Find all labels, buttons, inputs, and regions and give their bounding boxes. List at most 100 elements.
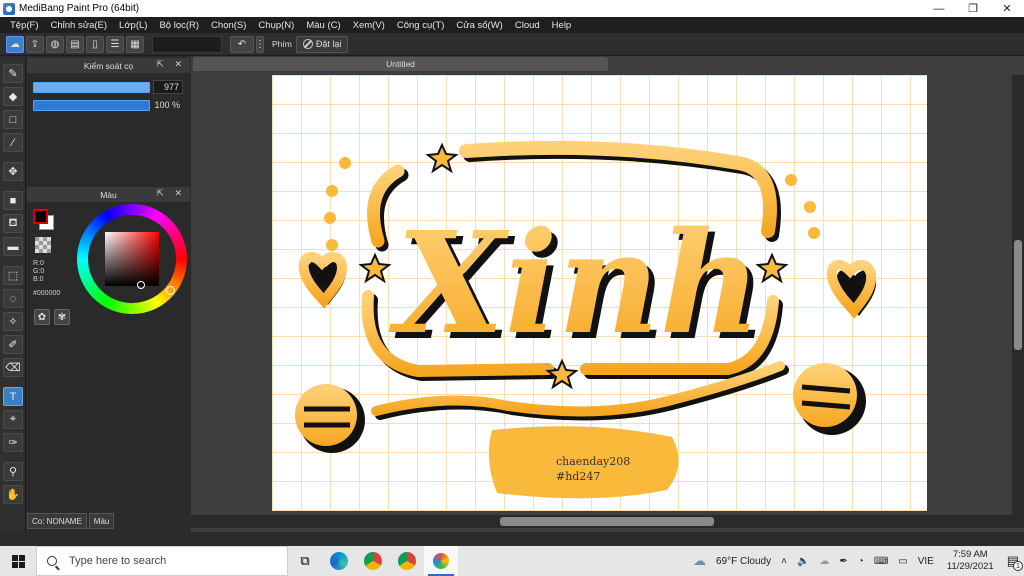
- app-icon: [3, 2, 15, 15]
- eraser-icon[interactable]: ◆: [3, 87, 23, 106]
- minimize-button[interactable]: —: [922, 0, 956, 17]
- brush-tab[interactable]: Co: NONAME: [27, 513, 87, 529]
- language-indicator[interactable]: VIE: [918, 556, 934, 567]
- saturation-value-square[interactable]: [105, 232, 159, 286]
- dropper-icon[interactable]: ✑: [3, 433, 23, 452]
- menu-snap[interactable]: Chụp(N): [252, 20, 300, 31]
- dotted-brush-icon[interactable]: ⁄: [3, 133, 23, 152]
- bucket-icon[interactable]: ⛾: [3, 214, 23, 233]
- volume-icon[interactable]: 🔈: [797, 556, 809, 567]
- vertical-scrollbar[interactable]: [1012, 75, 1024, 515]
- horizontal-scroll-thumb[interactable]: [500, 517, 714, 526]
- operation-icon[interactable]: ⌖: [3, 410, 23, 429]
- dropdown-icon[interactable]: ⋮: [255, 35, 265, 53]
- list-icon[interactable]: ☰: [106, 35, 124, 53]
- magic-wand-icon[interactable]: ✧: [3, 312, 23, 331]
- document-tab[interactable]: Untitled: [193, 57, 608, 71]
- menu-filter[interactable]: Bộ lọc(R): [153, 20, 205, 31]
- menu-layer[interactable]: Lớp(L): [113, 20, 153, 31]
- key-label: Phím: [272, 39, 292, 49]
- reset-button[interactable]: Đặt lại: [295, 35, 349, 53]
- color-wheel[interactable]: [77, 204, 187, 314]
- clock[interactable]: 7:59 AM 11/29/2021: [947, 549, 994, 573]
- brush-icon[interactable]: ✎: [3, 64, 23, 83]
- brush-panel-header: Kiểm soát cọ ⇱ ✕: [27, 58, 190, 73]
- artwork: Xinh Xinh chaenday208 #hd247: [295, 140, 877, 499]
- move-icon[interactable]: ✥: [3, 162, 23, 181]
- menu-select[interactable]: Chọn(S): [205, 20, 252, 31]
- taskbar: Type here to search ⧉ ☁ 69°F Cloudy ˄ 🔈 …: [0, 546, 1024, 576]
- menu-help[interactable]: Help: [546, 20, 578, 31]
- wifi-icon[interactable]: ◔: [858, 556, 864, 567]
- medibang-taskbar-icon[interactable]: [424, 546, 458, 576]
- color-panel-header: Màu ⇱ ✕: [27, 187, 190, 202]
- brush-opacity-value: 100 %: [154, 100, 180, 110]
- menu-edit[interactable]: Chỉnh sửa(E): [45, 20, 114, 31]
- chrome-icon[interactable]: [356, 546, 390, 576]
- menu-color[interactable]: Màu (C): [300, 20, 346, 31]
- eyedropper-icon[interactable]: ⚲: [3, 462, 23, 481]
- menu-tools[interactable]: Công cụ(T): [391, 20, 451, 31]
- brush-size-value[interactable]: 977: [153, 80, 183, 94]
- color-panel-title: Màu: [100, 189, 117, 200]
- transparent-swatch[interactable]: [35, 237, 51, 253]
- reset-label: Đặt lại: [315, 39, 342, 49]
- chrome-profile-icon[interactable]: [390, 546, 424, 576]
- menu-cloud[interactable]: Cloud: [509, 20, 546, 31]
- panel-close-icon[interactable]: ⇱ ✕: [156, 59, 186, 70]
- comment-icon[interactable]: ◍: [46, 35, 64, 53]
- primary-color-swatch[interactable]: [33, 209, 48, 224]
- vertical-scroll-thumb[interactable]: [1014, 240, 1022, 350]
- select-eraser-icon[interactable]: ⌫: [3, 358, 23, 377]
- toolbar: ☁ ⇪ ◍ ▤ ▯ ☰ ▦ ↶ ⋮ Phím Đặt lại: [0, 33, 1024, 56]
- maximize-button[interactable]: ❐: [956, 0, 990, 17]
- rectangle-icon[interactable]: □: [3, 110, 23, 129]
- share-icon[interactable]: ⇪: [26, 35, 44, 53]
- menu-file[interactable]: Tệp(F): [4, 20, 45, 31]
- color-hex-value: #000000: [33, 290, 61, 297]
- edge-icon[interactable]: [322, 546, 356, 576]
- gradient-icon[interactable]: ▬: [3, 237, 23, 256]
- brush-size-slider[interactable]: [33, 81, 150, 93]
- brush-opacity-row: 100 %: [33, 99, 183, 111]
- horizontal-scrollbar[interactable]: [191, 515, 1024, 528]
- grid-icon[interactable]: ▦: [126, 35, 144, 53]
- text-icon[interactable]: T: [3, 387, 23, 406]
- undo-icon[interactable]: ↶: [230, 35, 254, 53]
- weather-icon[interactable]: ☁: [693, 553, 706, 569]
- close-button[interactable]: ✕: [990, 0, 1024, 17]
- select-pen-icon[interactable]: ✐: [3, 335, 23, 354]
- drawing-canvas[interactable]: Xinh Xinh chaenday208 #hd247: [272, 75, 927, 511]
- weather-text[interactable]: 69°F Cloudy: [716, 556, 771, 567]
- select-rect-icon[interactable]: ⬚: [3, 266, 23, 285]
- task-view-icon[interactable]: ⧉: [288, 546, 322, 576]
- onedrive-icon[interactable]: ☁: [819, 556, 829, 567]
- notification-icon[interactable]: ▤ 1: [1007, 553, 1023, 571]
- start-button[interactable]: [0, 546, 36, 576]
- display-icon[interactable]: ▭: [898, 556, 907, 567]
- lasso-icon[interactable]: ◌: [3, 289, 23, 308]
- palette-icon[interactable]: ✿: [34, 309, 50, 325]
- message-icon[interactable]: ▤: [66, 35, 84, 53]
- keyboard-icon[interactable]: ⌨: [874, 556, 888, 567]
- hand-icon[interactable]: ✋: [3, 485, 23, 504]
- heart-left-icon: [298, 252, 347, 309]
- color-g-value: G:0: [33, 268, 45, 275]
- cloud-icon[interactable]: ☁: [6, 35, 24, 53]
- fill-rect-icon[interactable]: ■: [3, 191, 23, 210]
- title-bar: MediBang Paint Pro (64bit) — ❐ ✕: [0, 0, 1024, 17]
- color-tab[interactable]: Màu: [88, 513, 115, 529]
- color-picker-ring: [137, 281, 145, 289]
- search-icon: [47, 556, 57, 566]
- page-icon[interactable]: ▯: [86, 35, 104, 53]
- menu-window[interactable]: Cửa sổ(W): [450, 20, 508, 31]
- pen-icon[interactable]: ✒: [839, 556, 847, 567]
- chevron-up-icon[interactable]: ˄: [781, 556, 787, 567]
- taskbar-search[interactable]: Type here to search: [36, 546, 288, 576]
- windows-icon: [11, 554, 25, 568]
- palette-add-icon[interactable]: ✾: [54, 309, 70, 325]
- hue-picker-ring: [166, 286, 175, 295]
- panel-close-icon[interactable]: ⇱ ✕: [156, 188, 186, 199]
- brush-opacity-slider[interactable]: [33, 99, 150, 111]
- menu-view[interactable]: Xem(V): [347, 20, 391, 31]
